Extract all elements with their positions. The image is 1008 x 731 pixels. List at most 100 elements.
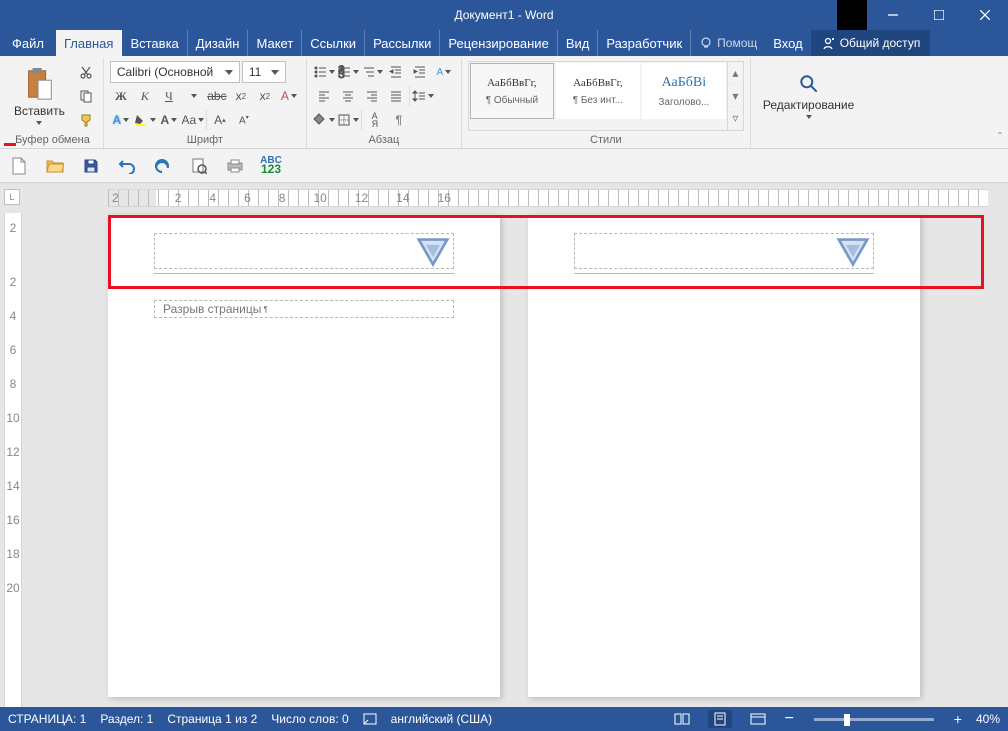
vertical-ruler[interactable]: 2 2 4 6 8 10 12 14 16 18 20: [4, 213, 22, 707]
header-area[interactable]: [574, 233, 874, 269]
superscript-button[interactable]: x2: [254, 85, 276, 107]
redo-button[interactable]: [152, 155, 174, 177]
shading-button[interactable]: [313, 109, 335, 131]
clear-formatting-button[interactable]: A: [278, 85, 300, 107]
zoom-in-button[interactable]: +: [954, 711, 962, 727]
multilevel-list-button[interactable]: [361, 61, 383, 83]
tell-me[interactable]: Помощ: [691, 30, 765, 56]
zoom-level[interactable]: 40%: [976, 712, 1000, 726]
line-spacing-button[interactable]: [412, 85, 434, 107]
tab-file[interactable]: Файл: [0, 30, 56, 56]
paste-button[interactable]: Вставить: [8, 61, 71, 131]
styles-scroll-down[interactable]: ▾: [728, 85, 743, 108]
strikethrough-button[interactable]: abc: [206, 85, 228, 107]
read-mode-button[interactable]: [670, 710, 694, 728]
tab-references[interactable]: Ссылки: [302, 30, 365, 56]
status-page[interactable]: СТРАНИЦА: 1: [8, 712, 86, 726]
group-label-clipboard: Буфер обмена: [8, 132, 97, 148]
editing-button[interactable]: Редактирование: [757, 61, 860, 131]
ribbon-tabs: Файл Главная Вставка Дизайн Макет Ссылки…: [0, 30, 1008, 56]
tab-home[interactable]: Главная: [56, 30, 122, 56]
page-2[interactable]: [528, 215, 920, 697]
ribbon: Вставить Буфер обмена Calibri (Основной …: [0, 56, 1008, 149]
logo-icon: [415, 236, 451, 268]
tab-insert[interactable]: Вставка: [122, 30, 187, 56]
grow-font-button[interactable]: A▴: [209, 109, 231, 131]
collapse-ribbon-button[interactable]: ˆ: [998, 130, 1002, 144]
open-button[interactable]: [44, 155, 66, 177]
style-normal[interactable]: АаБбВвГг, ¶ Обычный: [470, 63, 554, 119]
close-button[interactable]: [962, 0, 1008, 30]
sign-in[interactable]: Вход: [765, 30, 810, 56]
style-heading1[interactable]: АаБбВі Заголово...: [642, 63, 726, 119]
page-1[interactable]: Разрыв страницы ¶: [108, 215, 500, 697]
tab-mailings[interactable]: Рассылки: [365, 30, 440, 56]
underline-more[interactable]: [182, 85, 204, 107]
status-page-count[interactable]: Страница 1 из 2: [167, 712, 257, 726]
align-left-button[interactable]: [313, 85, 335, 107]
print-preview-button[interactable]: [188, 155, 210, 177]
save-button[interactable]: [80, 155, 102, 177]
tab-developer[interactable]: Разработчик: [598, 30, 691, 56]
print-layout-button[interactable]: [708, 710, 732, 728]
tab-layout[interactable]: Макет: [248, 30, 302, 56]
tab-review[interactable]: Рецензирование: [440, 30, 557, 56]
sort-az-button[interactable]: AЯ: [364, 109, 386, 131]
styles-scroll-up[interactable]: ▴: [728, 62, 743, 85]
quick-print-button[interactable]: [224, 155, 246, 177]
status-bar: СТРАНИЦА: 1 Раздел: 1 Страница 1 из 2 Чи…: [0, 707, 1008, 731]
cut-button[interactable]: [75, 61, 97, 83]
document-area: L 2 2 4 6 8 10 12 14 16 2 2 4 6 8 10 12 …: [0, 183, 1008, 707]
copy-button[interactable]: [75, 85, 97, 107]
new-doc-button[interactable]: [8, 155, 30, 177]
shrink-font-button[interactable]: A▾: [233, 109, 255, 131]
zoom-slider[interactable]: [814, 718, 934, 721]
header-area[interactable]: [154, 233, 454, 269]
sort-button[interactable]: A: [433, 61, 455, 83]
text-effects-button[interactable]: A: [110, 109, 132, 131]
underline-button[interactable]: Ч: [158, 85, 180, 107]
change-case-button[interactable]: Aa: [182, 109, 204, 131]
web-layout-button[interactable]: [746, 710, 770, 728]
bullets-button[interactable]: [313, 61, 335, 83]
ribbon-display-options-icon[interactable]: [834, 0, 870, 30]
increase-indent-button[interactable]: [409, 61, 431, 83]
status-language[interactable]: английский (США): [391, 712, 492, 726]
group-paragraph: 123 A AЯ ¶ Абзац: [307, 58, 462, 148]
justify-button[interactable]: [385, 85, 407, 107]
highlight-button[interactable]: [134, 109, 156, 131]
styles-expand[interactable]: ▿: [728, 107, 743, 130]
italic-button[interactable]: К: [134, 85, 156, 107]
group-font: Calibri (Основной 11 Ж К Ч abc x2 x2 A A…: [104, 58, 307, 148]
decrease-indent-button[interactable]: [385, 61, 407, 83]
bold-button[interactable]: Ж: [110, 85, 132, 107]
tab-selector[interactable]: L: [4, 189, 20, 205]
group-label-paragraph: Абзац: [313, 132, 455, 148]
clipboard-icon: [24, 67, 54, 101]
font-color-button[interactable]: A: [158, 109, 180, 131]
style-no-spacing[interactable]: АаБбВвГг, ¶ Без инт...: [556, 63, 640, 119]
share-button[interactable]: Общий доступ: [811, 30, 931, 56]
align-center-button[interactable]: [337, 85, 359, 107]
minimize-button[interactable]: [870, 0, 916, 30]
undo-button[interactable]: [116, 155, 138, 177]
align-right-button[interactable]: [361, 85, 383, 107]
status-section[interactable]: Раздел: 1: [100, 712, 153, 726]
numbering-button[interactable]: 123: [337, 61, 359, 83]
tab-view[interactable]: Вид: [558, 30, 599, 56]
font-size-combo[interactable]: 11: [242, 61, 286, 83]
show-marks-button[interactable]: ¶: [388, 109, 410, 131]
status-word-count[interactable]: Число слов: 0: [271, 712, 348, 726]
styles-gallery[interactable]: АаБбВвГг, ¶ Обычный АаБбВвГг, ¶ Без инт.…: [468, 61, 744, 131]
group-styles: АаБбВвГг, ¶ Обычный АаБбВвГг, ¶ Без инт.…: [462, 58, 751, 148]
format-painter-button[interactable]: [75, 109, 97, 131]
proofing-icon[interactable]: [363, 712, 377, 726]
borders-button[interactable]: [337, 109, 359, 131]
spell-check-button[interactable]: ABC123: [260, 155, 282, 177]
font-name-combo[interactable]: Calibri (Основной: [110, 61, 240, 83]
maximize-button[interactable]: [916, 0, 962, 30]
subscript-button[interactable]: x2: [230, 85, 252, 107]
zoom-out-button[interactable]: −: [784, 710, 793, 728]
horizontal-ruler[interactable]: 2 2 4 6 8 10 12 14 16: [108, 189, 988, 207]
tab-design[interactable]: Дизайн: [188, 30, 249, 56]
